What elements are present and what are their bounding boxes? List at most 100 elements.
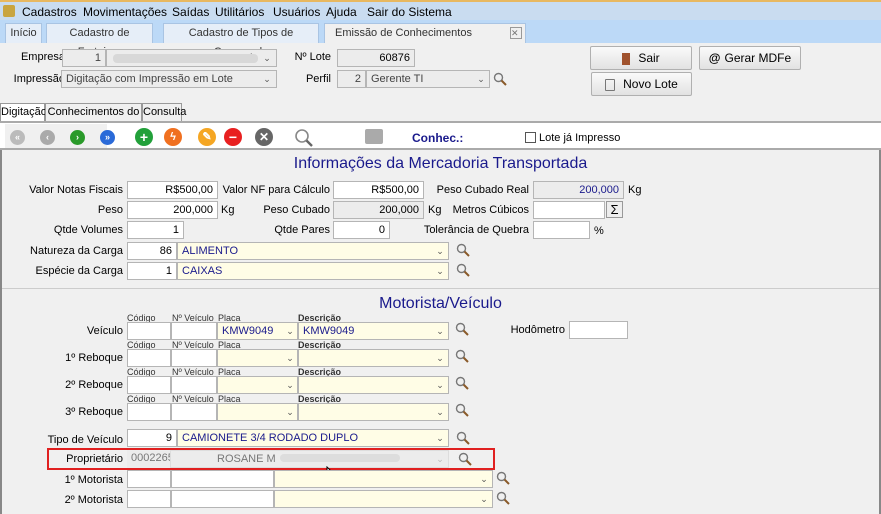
perfil-select[interactable]: Gerente TI	[366, 70, 490, 88]
chevron-down-icon[interactable]: ⌄	[283, 323, 297, 339]
reboque-1-nveiculo-input[interactable]	[171, 349, 217, 367]
reboque-1-codigo-input[interactable]	[127, 349, 171, 367]
subtab-conhecimentos-lote[interactable]: Conhecimentos do Lote	[45, 103, 142, 134]
veiculo-nveiculo-input[interactable]	[171, 322, 217, 340]
chevron-down-icon[interactable]: ⌄	[433, 377, 447, 393]
lightning-icon[interactable]: ϟ	[164, 128, 182, 146]
impressao-select[interactable]: Digitação com Impressão em Lote	[61, 70, 277, 88]
reboque-2-descricao-select[interactable]	[298, 376, 449, 394]
lote-impresso-checkbox[interactable]	[525, 132, 536, 143]
qtde-pares-input[interactable]: 0	[333, 221, 390, 239]
reboque-2-nveiculo-input[interactable]	[171, 376, 217, 394]
chevron-down-icon[interactable]: ⌄	[433, 451, 447, 467]
chevron-down-icon[interactable]: ⌄	[433, 404, 447, 420]
tipo-veiculo-code[interactable]: 9	[127, 429, 177, 447]
chevron-down-icon[interactable]: ⌄	[477, 491, 491, 507]
empresa-select[interactable]: L	[106, 49, 277, 67]
search-icon[interactable]	[496, 491, 510, 505]
metros-cubicos-input[interactable]	[533, 201, 605, 219]
chevron-down-icon[interactable]: ⌄	[433, 243, 447, 259]
veiculo-codigo-input[interactable]	[127, 322, 171, 340]
qtde-volumes-input[interactable]: 1	[127, 221, 184, 239]
search-icon[interactable]	[455, 322, 469, 336]
search-icon[interactable]	[456, 243, 470, 257]
novo-lote-button[interactable]: Novo Lote	[591, 72, 692, 96]
valor-nf-label: Valor Notas Fiscais	[29, 184, 123, 196]
last-record-icon[interactable]: »	[100, 130, 115, 145]
tab-cadastro-freteiros[interactable]: Cadastro de Freteiros	[46, 23, 153, 58]
sigma-button[interactable]: Σ	[606, 201, 623, 218]
reboque-3-codigo-input[interactable]	[127, 403, 171, 421]
motorista2-doc[interactable]	[171, 490, 274, 508]
search-icon[interactable]	[456, 263, 470, 277]
reboque-1-descricao-select[interactable]	[298, 349, 449, 367]
hodometro-input[interactable]	[569, 321, 628, 339]
search-icon[interactable]	[455, 376, 469, 390]
veiculo-descricao-select[interactable]: KMW9049	[298, 322, 449, 340]
search-icon[interactable]	[496, 471, 510, 485]
peso-cubado-real-input: 200,000	[533, 181, 624, 199]
reboque-3-descricao-select[interactable]	[298, 403, 449, 421]
gerar-mdfe-button[interactable]: @ Gerar MDFe	[699, 46, 801, 70]
add-icon[interactable]: +	[135, 128, 153, 146]
next-record-icon[interactable]: ›	[70, 130, 85, 145]
menu-sair-sistema[interactable]: Sair do Sistema	[367, 5, 452, 19]
chevron-down-icon[interactable]: ⌄	[477, 471, 491, 487]
reboque-2-codigo-input[interactable]	[127, 376, 171, 394]
menu-movimentacoes[interactable]: Movimentações	[83, 5, 167, 19]
chevron-down-icon[interactable]: ⌄	[283, 350, 297, 366]
chevron-down-icon[interactable]: ⌄	[474, 71, 488, 87]
tab-inicio[interactable]: Início	[5, 23, 42, 43]
subtab-consulta[interactable]: Consulta	[142, 103, 186, 121]
tab-cadastro-tipos-cooperado[interactable]: Cadastro de Tipos de Cooperado	[163, 23, 319, 58]
chevron-down-icon[interactable]: ⌄	[260, 71, 274, 87]
edit-icon[interactable]: ✎	[198, 128, 216, 146]
menu-cadastros[interactable]: Cadastros	[22, 5, 77, 19]
search-icon[interactable]	[456, 431, 470, 445]
chevron-down-icon[interactable]: ⌄	[283, 404, 297, 420]
tolerancia-input[interactable]	[533, 221, 590, 239]
search-icon[interactable]	[294, 128, 314, 148]
proprietario-code: 00022651335827	[127, 450, 170, 468]
novo-label: Novo Lote	[623, 77, 678, 91]
reboque-3-label: 3º Reboque	[65, 406, 123, 418]
empresa-code: 1	[62, 49, 106, 67]
motorista2-select[interactable]	[274, 490, 493, 508]
search-icon[interactable]	[493, 72, 507, 86]
close-tab-icon[interactable]: ✕	[510, 27, 522, 39]
motorista1-doc[interactable]	[171, 470, 274, 488]
menu-saidas[interactable]: Saídas	[172, 5, 209, 19]
reboque-1-label: 1º Reboque	[65, 352, 123, 364]
sair-button[interactable]: Sair	[590, 46, 692, 70]
previous-record-icon[interactable]: ‹	[40, 130, 55, 145]
remove-icon[interactable]: −	[224, 128, 242, 146]
tab-emissao-conhecimentos[interactable]: Emissão de Conhecimentos ✕	[324, 23, 526, 43]
first-record-icon[interactable]: «	[10, 130, 25, 145]
chevron-down-icon[interactable]: ⌄	[433, 350, 447, 366]
chevron-down-icon[interactable]: ⌄	[260, 50, 274, 66]
cancel-icon[interactable]: ✕	[255, 128, 273, 146]
especie-code[interactable]: 1	[127, 262, 177, 280]
motorista1-code[interactable]	[127, 470, 171, 488]
motorista1-select[interactable]	[274, 470, 493, 488]
motorista2-code[interactable]	[127, 490, 171, 508]
tipo-veiculo-select[interactable]: CAMIONETE 3/4 RODADO DUPLO	[177, 429, 449, 447]
chevron-down-icon[interactable]: ⌄	[433, 323, 447, 339]
subtab-digitacao[interactable]: Digitação	[0, 103, 47, 121]
menu-utilitarios[interactable]: Utilitários	[215, 5, 264, 19]
search-icon[interactable]	[455, 403, 469, 417]
chevron-down-icon[interactable]: ⌄	[283, 377, 297, 393]
chevron-down-icon[interactable]: ⌄	[433, 430, 447, 446]
proprietario-select[interactable]: ROSANE M	[170, 450, 449, 468]
search-icon[interactable]	[455, 349, 469, 363]
menu-ajuda[interactable]: Ajuda	[326, 5, 357, 19]
menu-usuarios[interactable]: Usuários	[273, 5, 320, 19]
valor-calc-input[interactable]: R$500,00	[333, 181, 424, 199]
natureza-code[interactable]: 86	[127, 242, 177, 260]
chevron-down-icon[interactable]: ⌄	[433, 263, 447, 279]
search-icon[interactable]	[458, 452, 472, 466]
print-icon[interactable]	[365, 129, 383, 144]
natureza-select[interactable]: ALIMENTO	[177, 242, 449, 260]
reboque-3-nveiculo-input[interactable]	[171, 403, 217, 421]
especie-select[interactable]: CAIXAS	[177, 262, 449, 280]
